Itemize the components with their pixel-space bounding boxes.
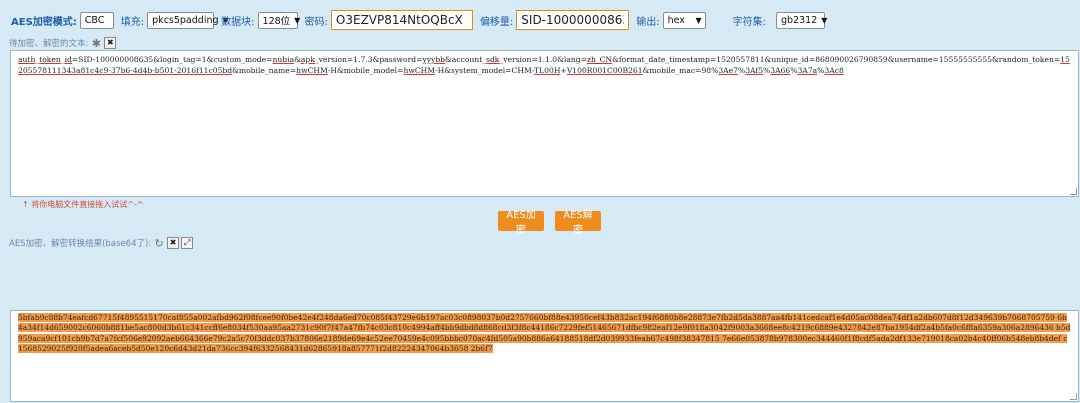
spellcheck-word: hwCHM (296, 65, 328, 75)
output-textarea[interactable]: 5bfab9c88b74eafcd67715f4895515170caf855a… (10, 310, 1079, 402)
mode-select[interactable]: CBC (79, 11, 114, 29)
text-segment: _version=1.7.3&password= (314, 55, 423, 64)
spellcheck-word: hwCHM (403, 65, 436, 75)
chevron-down-icon: ▼ (821, 15, 828, 25)
spellcheck-word: apk (300, 55, 315, 64)
spellcheck-word: 3A66 (770, 65, 791, 75)
spellcheck-word: id (64, 55, 72, 64)
text-segment: &account_ (445, 55, 487, 64)
spellcheck-word: 3Af5 (745, 65, 764, 75)
spellcheck-word: V100R001C00B261 (566, 65, 643, 75)
spellcheck-word: auth (18, 55, 36, 64)
spellcheck-word: nubia (272, 55, 295, 64)
spellcheck-word: token (39, 55, 61, 64)
input-textarea[interactable]: auth_token_id=SID-100000008635&login_tag… (10, 50, 1079, 197)
text-segment: -H&mobile_model= (327, 65, 404, 75)
key-label: 密码: (304, 16, 328, 28)
output-text: 5bfab9c88b74eafcd67715f4895515170caf855a… (11, 311, 1078, 356)
output-label: AES加密、解密转换结果(base64了): (9, 239, 152, 249)
text-segment: _version=1.1.0&lang= (499, 55, 587, 64)
key-input[interactable] (330, 10, 473, 30)
padding-select[interactable]: pkcs5padding ▼ (147, 11, 229, 29)
drag-hint: ↑ 将你电脑文件直接拖入试试^-^ (22, 200, 144, 209)
output-section-label-row: AES加密、解密转换结果(base64了): ↻ ✖ ⤢ (9, 237, 194, 249)
spellcheck-word: 3Ac8 (824, 65, 844, 75)
resize-handle[interactable] (1070, 393, 1077, 400)
toolbar: AES加密模式: CBC 填充: pkcs5padding ▼ 数据块: 128… (0, 0, 1080, 40)
input-text: auth_token_id=SID-100000008635&login_tag… (11, 51, 1078, 80)
charset-label: 字符集: (732, 16, 767, 28)
aes-decrypt-button[interactable]: AES解密 (555, 210, 601, 236)
expand-icon[interactable]: ⤢ (181, 237, 194, 249)
text-segment: &mobile_mac=98% (642, 65, 719, 75)
spellcheck-word: 3Ae7 (718, 65, 738, 75)
refresh-icon[interactable]: ↻ (153, 238, 165, 249)
output-label: 输出: (636, 16, 660, 28)
chevron-down-icon: ▼ (695, 15, 702, 25)
selected-result: 5bfab9c88b74eafcd67715f4895515170caf855a… (18, 313, 1071, 353)
block-size-select[interactable]: 128位 ▼ (257, 11, 301, 29)
resize-handle[interactable] (1070, 188, 1077, 195)
text-segment: &mobile_name= (232, 65, 297, 75)
spellcheck-word: sdk (486, 55, 500, 64)
charset-select[interactable]: gb2312 ▼ (776, 11, 828, 29)
text-segment: & (294, 55, 301, 64)
mode-label: AES加密模式: (11, 16, 77, 28)
iv-input[interactable] (516, 10, 630, 30)
close-icon[interactable]: ✖ (167, 237, 180, 249)
input-label: 待加密、解密的文本: (9, 39, 89, 49)
block-label: 数据块: (221, 16, 255, 28)
iv-label: 偏移量: (479, 16, 514, 28)
padding-label: 填充: (120, 16, 145, 28)
aes-encrypt-button[interactable]: AES加密 (498, 210, 544, 236)
chevron-down-icon: ▼ (294, 15, 301, 25)
close-icon[interactable]: ✖ (104, 37, 117, 49)
text-segment: &format_date_timestamp=1520557811&unique… (612, 55, 1061, 64)
output-select[interactable]: hex ▼ (662, 11, 706, 29)
spellcheck-word: 3A7a (797, 65, 818, 75)
spellcheck-word: yyybb (422, 55, 446, 64)
spellcheck-word: zh_CN (586, 55, 613, 64)
loading-icon: ✱ (91, 36, 101, 50)
input-section-label-row: 待加密、解密的文本: ✱ ✖ (9, 36, 117, 50)
text-segment: -H&system_model=CHM- (435, 65, 535, 75)
spellcheck-word: TL00H (534, 65, 561, 75)
text-segment: =SID-100000008635&login_tag=1&custom_mod… (71, 55, 273, 64)
